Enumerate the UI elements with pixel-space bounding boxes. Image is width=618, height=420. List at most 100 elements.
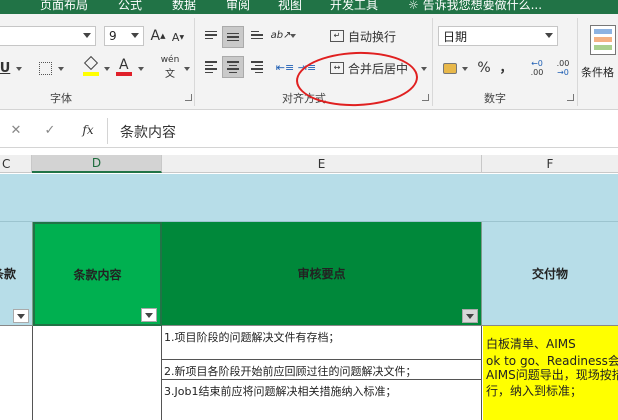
chevron-down-icon[interactable]	[16, 67, 22, 71]
grow-font-label: A	[150, 28, 161, 44]
font-size-combo[interactable]: 9	[104, 26, 144, 46]
worksheet-grid: 条款 条款内容 审核要点 交付物 1.项目阶段的问题解决文件有存档； 2.新项目…	[0, 174, 618, 420]
align-left-button[interactable]	[202, 58, 220, 76]
cancel-icon[interactable]: ✕	[8, 122, 24, 138]
header-cell-clause-content[interactable]: 条款内容	[33, 222, 162, 326]
font-color-button[interactable]: A	[114, 56, 134, 78]
formula-input[interactable]: 条款内容	[120, 122, 176, 142]
column-letter: E	[317, 156, 326, 171]
underline-label: U	[0, 60, 11, 76]
conditional-format-icon	[590, 25, 616, 55]
shrink-font-button[interactable]: A ▼	[170, 28, 186, 46]
conditional-format-button[interactable]	[588, 22, 618, 58]
formula-bar: ✕ ✓ fx 条款内容	[0, 114, 618, 148]
borders-button[interactable]	[36, 58, 54, 78]
decrease-indent-icon: ⇤≡	[275, 60, 295, 74]
chevron-down-icon[interactable]	[421, 67, 427, 71]
filter-dropdown-button[interactable]	[462, 309, 478, 323]
header-review-points-label: 审核要点	[297, 267, 346, 281]
ribbon: 9 A ▲ A ▼ U A wén 文 字体 ab↗ ↵ 自动换行 ⇤≡ ⇥≡ …	[0, 14, 618, 110]
table-row[interactable]: 3.Job1结束前应将问题解决相关措施纳入标准；	[162, 380, 482, 420]
enter-checkmark-icon[interactable]: ✓	[42, 122, 58, 138]
column-letter: F	[546, 156, 554, 171]
deliverable-line-2: ok to go、Readiness会	[486, 354, 618, 368]
column-header-c[interactable]: C	[0, 155, 32, 173]
decrease-decimal-button[interactable]: .00 →0	[552, 58, 574, 78]
percent-button[interactable]: %	[474, 58, 494, 78]
chevron-down-icon[interactable]	[83, 33, 91, 38]
tab-data[interactable]: 数据	[172, 0, 196, 13]
filter-dropdown-button[interactable]	[13, 309, 29, 323]
dec-decimal-label: .00	[556, 59, 570, 68]
comma-label: ，	[499, 60, 513, 76]
deliverable-line-3: AIMS问题导出，现场按措	[486, 368, 618, 382]
tab-view[interactable]: 视图	[278, 0, 302, 13]
deliverable-line-4: 行，纳入到标准；	[486, 384, 583, 398]
font-color-swatch	[116, 72, 132, 76]
header-cell-clause[interactable]: 条款	[0, 222, 33, 326]
tab-review[interactable]: 审阅	[226, 0, 250, 13]
cell-f-deliverables[interactable]: 白板清单、AIMS ok to go、Readiness会 AIMS问题导出，现…	[483, 326, 618, 420]
number-dialog-launcher[interactable]	[567, 94, 574, 101]
wrap-text-icon: ↵	[330, 30, 344, 42]
column-header-d[interactable]: D	[32, 155, 162, 173]
percent-label: %	[477, 60, 491, 76]
increase-decimal-button[interactable]: ←0 .00	[526, 58, 548, 78]
align-bottom-button[interactable]	[248, 26, 266, 44]
blue-title-band[interactable]	[0, 174, 618, 222]
tab-developer[interactable]: 开发工具	[330, 0, 378, 13]
align-middle-icon	[227, 32, 239, 42]
wrap-text-label: 自动换行	[348, 29, 397, 44]
font-name-combo[interactable]	[0, 26, 96, 46]
review-point-2: 2.新项目各阶段开始前应回顾过往的问题解决文件；	[164, 365, 417, 378]
comma-style-button[interactable]: ，	[498, 56, 514, 76]
fx-label: fx	[82, 123, 94, 137]
number-format-combo[interactable]: 日期	[438, 26, 558, 46]
chevron-down-icon[interactable]	[462, 67, 468, 71]
filter-dropdown-button[interactable]	[141, 308, 157, 322]
chevron-down-icon[interactable]	[131, 33, 139, 38]
align-middle-button[interactable]	[222, 26, 244, 48]
number-format-value: 日期	[443, 29, 468, 44]
underline-button[interactable]: U	[0, 58, 12, 78]
cell-c-data[interactable]	[0, 326, 33, 420]
insert-function-button[interactable]: fx	[78, 122, 98, 138]
chevron-down-icon[interactable]	[104, 67, 110, 71]
accounting-format-button[interactable]	[440, 58, 460, 78]
column-header-f[interactable]: F	[482, 155, 618, 173]
inc-decimal-label: .00	[530, 68, 544, 77]
chevron-down-icon[interactable]	[138, 67, 144, 71]
align-right-button[interactable]	[248, 58, 266, 76]
align-center-button[interactable]	[222, 56, 244, 78]
alignment-dialog-launcher[interactable]	[422, 94, 429, 101]
chevron-down-icon[interactable]	[545, 33, 553, 38]
fill-color-button[interactable]	[80, 55, 102, 78]
column-letter: C	[2, 156, 11, 171]
chevron-down-icon[interactable]	[58, 67, 64, 71]
table-row[interactable]: 1.项目阶段的问题解决文件有存档；	[162, 326, 482, 360]
group-label-font: 字体	[50, 92, 72, 105]
align-center-icon	[227, 61, 239, 73]
orientation-button[interactable]: ab↗	[271, 26, 292, 44]
header-cell-deliverables[interactable]: 交付物	[482, 222, 618, 326]
group-label-number: 数字	[484, 92, 506, 105]
review-point-3: 3.Job1结束前应将问题解决相关措施纳入标准；	[164, 385, 397, 398]
chevron-down-icon[interactable]	[184, 67, 190, 71]
header-cell-review-points[interactable]: 审核要点	[162, 222, 482, 326]
table-row[interactable]: 2.新项目各阶段开始前应回顾过往的问题解决文件；	[162, 360, 482, 380]
column-header-e[interactable]: E	[162, 155, 482, 173]
tab-page-layout[interactable]: 页面布局	[40, 0, 88, 13]
wrap-text-button[interactable]: ↵ 自动换行	[330, 26, 424, 46]
tell-me-search[interactable]: ☼ 告诉我您想要做什么...	[408, 0, 542, 13]
group-separator	[194, 18, 195, 106]
lightbulb-icon: ☼	[408, 0, 419, 12]
grow-font-button[interactable]: A ▲	[150, 26, 166, 46]
phonetic-guide-button[interactable]: wén 文	[158, 55, 182, 80]
align-top-button[interactable]	[202, 26, 220, 44]
cell-d-data[interactable]	[33, 326, 162, 420]
font-dialog-launcher[interactable]	[185, 94, 192, 101]
conditional-format-label: 条件格	[581, 66, 614, 79]
tab-formulas[interactable]: 公式	[118, 0, 142, 13]
chevron-down-icon[interactable]	[290, 34, 296, 38]
decrease-indent-button[interactable]: ⇤≡	[276, 58, 294, 76]
